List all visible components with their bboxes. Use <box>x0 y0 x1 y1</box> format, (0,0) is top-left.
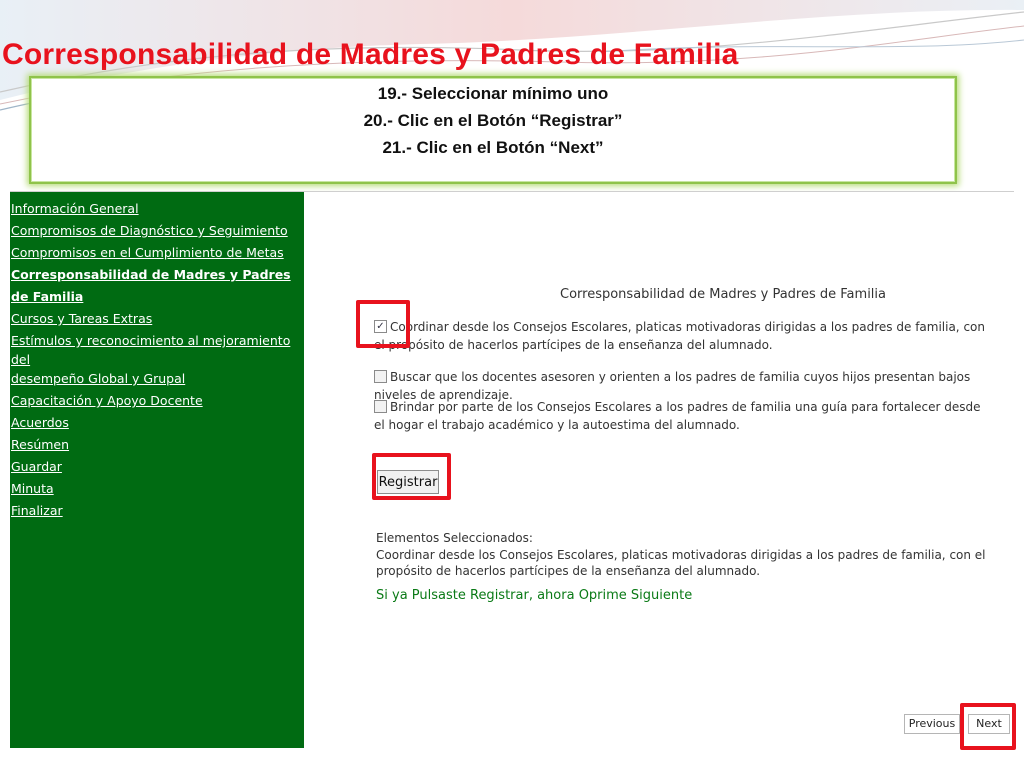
option-3-text: Brindar por parte de los Consejos Escola… <box>374 400 981 432</box>
option-3: Brindar por parte de los Consejos Escola… <box>374 398 994 434</box>
sidebar-item-cursos-tareas[interactable]: Cursos y Tareas Extras <box>11 308 304 330</box>
selected-items-label: Elementos Seleccionados: <box>376 531 533 545</box>
sidebar-item-resumen[interactable]: Resúmen <box>11 434 304 456</box>
sidebar-item-estimulos[interactable]: Estímulos y reconocimiento al mejoramien… <box>11 331 304 388</box>
form-title: Corresponsabilidad de Madres y Padres de… <box>560 287 886 302</box>
instruction-step-19: 19.- Seleccionar mínimo uno <box>377 84 609 103</box>
register-hint: Si ya Pulsaste Registrar, ahora Oprime S… <box>376 588 693 603</box>
slide-title: Corresponsabilidad de Madres y Padres de… <box>2 38 739 71</box>
highlight-register-button <box>372 453 451 500</box>
instruction-step-21: 21.- Clic en el Botón “Next” <box>382 138 604 157</box>
sidebar-item-acuerdos[interactable]: Acuerdos <box>11 412 304 434</box>
sidebar-item-corresponsabilidad[interactable]: Corresponsabilidad de Madres y Padres de… <box>11 264 304 308</box>
sidebar-item-informacion-general[interactable]: Información General <box>11 198 304 220</box>
sidebar-item-capacitacion[interactable]: Capacitación y Apoyo Docente <box>11 390 304 412</box>
sidebar-nav: Información General Compromisos de Diagn… <box>10 192 304 522</box>
selected-items-text: Coordinar desde los Consejos Escolares, … <box>376 548 986 578</box>
app-window: Información General Compromisos de Diagn… <box>10 191 1014 748</box>
sidebar-item-estimulos-line1: Estímulos y reconocimiento al mejoramien… <box>11 333 291 367</box>
sidebar-item-compromisos-metas[interactable]: Compromisos en el Cumplimiento de Metas <box>11 242 304 264</box>
option-2-checkbox[interactable] <box>374 370 387 383</box>
instructions-box: 19.- Seleccionar mínimo uno 20.- Clic en… <box>29 76 957 184</box>
sidebar-item-finalizar[interactable]: Finalizar <box>11 500 304 522</box>
previous-button[interactable]: Previous <box>904 714 960 734</box>
highlight-next-button <box>960 703 1016 750</box>
sidebar-item-estimulos-line2: desempeño Global y Grupal <box>11 371 186 386</box>
sidebar-item-compromisos-diagnostico[interactable]: Compromisos de Diagnóstico y Seguimiento <box>11 220 304 242</box>
highlight-checkbox <box>356 300 410 348</box>
sidebar-item-guardar[interactable]: Guardar <box>11 456 304 478</box>
option-3-checkbox[interactable] <box>374 400 387 413</box>
option-1-text: Coordinar desde los Consejos Escolares, … <box>374 320 985 352</box>
instruction-step-20: 20.- Clic en el Botón “Registrar” <box>363 111 623 130</box>
sidebar: Información General Compromisos de Diagn… <box>10 192 304 748</box>
option-1: ✓ Coordinar desde los Consejos Escolares,… <box>374 318 994 354</box>
sidebar-item-minuta[interactable]: Minuta <box>11 478 304 500</box>
